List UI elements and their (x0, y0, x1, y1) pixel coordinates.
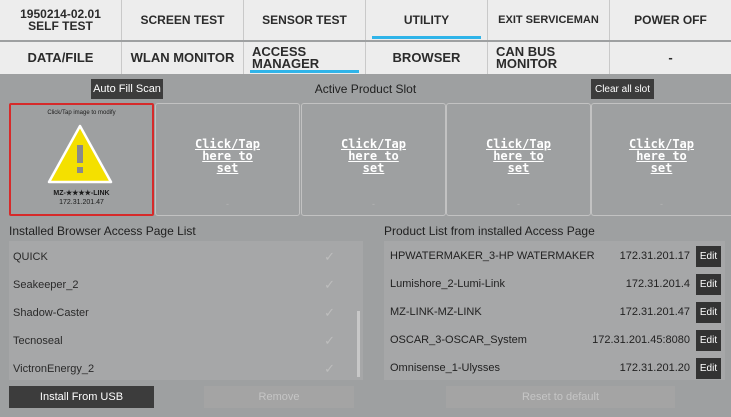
tab-empty[interactable]: - (610, 42, 731, 74)
tab-power-off-label: POWER OFF (634, 13, 707, 27)
list-item-label: VictronEnergy_2 (13, 362, 95, 375)
tab-self-test[interactable]: 1950214-02.01 SELF TEST (0, 0, 122, 40)
check-icon: ✓ (324, 276, 335, 292)
list-item[interactable]: VictronEnergy_2 ✓ (9, 356, 349, 380)
tab-can-bus-line2: MONITOR (496, 56, 558, 71)
product-ip: 172.31.201.17 (619, 250, 690, 262)
check-icon: ✓ (324, 248, 335, 264)
slot-empty-dash: - (517, 199, 520, 209)
edit-button[interactable]: Edit (696, 330, 721, 351)
slot-set-link[interactable]: Click/Tap here to set (592, 138, 731, 174)
tab-screen-test[interactable]: SCREEN TEST (122, 0, 244, 40)
table-row[interactable]: Lumishore_2-Lumi-Link 172.31.201.4 Edit (384, 272, 723, 297)
slot-set-link-text: Click/Tap here to set (485, 137, 552, 175)
clear-all-slot-button[interactable]: Clear all slot (591, 79, 654, 99)
tab-access-manager[interactable]: ACCESS MANAGER (244, 42, 366, 74)
slot-product-ip: 172.31.201.47 (59, 199, 104, 206)
tab-browser[interactable]: BROWSER (366, 42, 488, 74)
slot-set-link-text: Click/Tap here to set (628, 137, 695, 175)
warning-triangle-icon (47, 124, 113, 184)
tab-self-test-label: SELF TEST (28, 19, 93, 33)
table-row[interactable]: OSCAR_3-OSCAR_System 172.31.201.45:8080 … (384, 328, 723, 353)
check-icon: ✓ (324, 360, 335, 376)
slot-hint: Click/Tap image to modify (47, 110, 116, 116)
product-slot-5[interactable]: Click/Tap here to set - (591, 103, 731, 216)
product-slot-3[interactable]: Click/Tap here to set - (301, 103, 446, 216)
tab-data-file[interactable]: DATA/FILE (0, 42, 122, 74)
table-row[interactable]: Omnisense_1-Ulysses 172.31.201.20 Edit (384, 356, 723, 380)
product-slot-2[interactable]: Click/Tap here to set - (155, 103, 300, 216)
tab-browser-label: BROWSER (392, 50, 461, 65)
tab-access-manager-line2: MANAGER (252, 56, 320, 71)
product-ip: 172.31.201.4 (625, 278, 690, 290)
tab-can-bus-monitor[interactable]: CAN BUS MONITOR (488, 42, 610, 74)
tab-screen-test-label: SCREEN TEST (140, 13, 225, 27)
slot-empty-dash: - (226, 199, 229, 209)
edit-button[interactable]: Edit (696, 302, 721, 323)
tab-wlan-monitor[interactable]: WLAN MONITOR (122, 42, 244, 74)
slot-set-link[interactable]: Click/Tap here to set (302, 138, 445, 174)
list-item-label: QUICK (13, 250, 48, 263)
slot-set-link-text: Click/Tap here to set (194, 137, 261, 175)
tab-utility[interactable]: UTILITY (366, 0, 488, 40)
list-item[interactable]: Tecnoseal ✓ (9, 328, 349, 353)
check-icon: ✓ (324, 304, 335, 320)
product-slot-1[interactable]: Click/Tap image to modify MZ-★★★★-LINK 1… (9, 103, 154, 216)
edit-button[interactable]: Edit (696, 274, 721, 295)
sub-tab-bar: DATA/FILE WLAN MONITOR ACCESS MANAGER BR… (0, 42, 731, 74)
reset-to-default-button[interactable]: Reset to default (446, 386, 675, 408)
product-ip: 172.31.201.47 (619, 306, 690, 318)
scrollbar[interactable] (357, 311, 360, 377)
tab-sensor-test-label: SENSOR TEST (262, 13, 347, 27)
slot-empty-dash: - (372, 199, 375, 209)
product-name: OSCAR_3-OSCAR_System (390, 334, 527, 346)
tab-utility-label: UTILITY (403, 13, 450, 27)
product-name: Omnisense_1-Ulysses (390, 362, 501, 374)
table-row[interactable]: MZ-LINK-MZ-LINK 172.31.201.47 Edit (384, 300, 723, 325)
slot-product-name: MZ-★★★★-LINK (53, 190, 110, 197)
installed-list: QUICK ✓ Seakeeper_2 ✓ Shadow-Caster ✓ Tecno… (9, 241, 363, 380)
tab-data-file-label: DATA/FILE (27, 50, 94, 65)
edit-button[interactable]: Edit (696, 246, 721, 267)
slot-empty-dash: - (660, 199, 663, 209)
product-name: HPWATERMAKER_3-HP WATERMAKER (390, 250, 595, 262)
product-name: MZ-LINK-MZ-LINK (390, 306, 482, 318)
top-tab-bar: 1950214-02.01 SELF TEST SCREEN TEST SENS… (0, 0, 731, 40)
product-ip: 172.31.201.20 (619, 362, 690, 374)
tab-empty-label: - (668, 50, 673, 65)
slot-set-link[interactable]: Click/Tap here to set (447, 138, 590, 174)
tab-exit-serviceman-label: EXIT SERVICEMAN (498, 14, 599, 26)
slot-set-link[interactable]: Click/Tap here to set (156, 138, 299, 174)
product-list: HPWATERMAKER_3-HP WATERMAKER 172.31.201.… (384, 241, 725, 380)
check-icon: ✓ (324, 332, 335, 348)
list-item[interactable]: Seakeeper_2 ✓ (9, 272, 349, 297)
tab-sensor-test[interactable]: SENSOR TEST (244, 0, 366, 40)
list-item[interactable]: Shadow-Caster ✓ (9, 300, 349, 325)
tab-wlan-monitor-label: WLAN MONITOR (130, 50, 235, 65)
list-item-label: Seakeeper_2 (13, 278, 79, 291)
product-ip: 172.31.201.45:8080 (592, 334, 690, 346)
product-list-title: Product List from installed Access Page (384, 224, 595, 238)
tab-exit-serviceman[interactable]: EXIT SERVICEMAN (488, 0, 610, 40)
product-slot-4[interactable]: Click/Tap here to set - (446, 103, 591, 216)
install-from-usb-button[interactable]: Install From USB (9, 386, 154, 408)
edit-button[interactable]: Edit (696, 358, 721, 379)
list-item-label: Tecnoseal (13, 334, 63, 347)
tab-power-off[interactable]: POWER OFF (610, 0, 731, 40)
list-item-label: Shadow-Caster (13, 306, 89, 319)
slot-set-link-text: Click/Tap here to set (340, 137, 407, 175)
table-row[interactable]: HPWATERMAKER_3-HP WATERMAKER 172.31.201.… (384, 244, 723, 269)
installed-list-title: Installed Browser Access Page List (9, 224, 196, 238)
remove-button[interactable]: Remove (204, 386, 354, 408)
product-name: Lumishore_2-Lumi-Link (390, 278, 505, 290)
list-item[interactable]: QUICK ✓ (9, 244, 349, 269)
